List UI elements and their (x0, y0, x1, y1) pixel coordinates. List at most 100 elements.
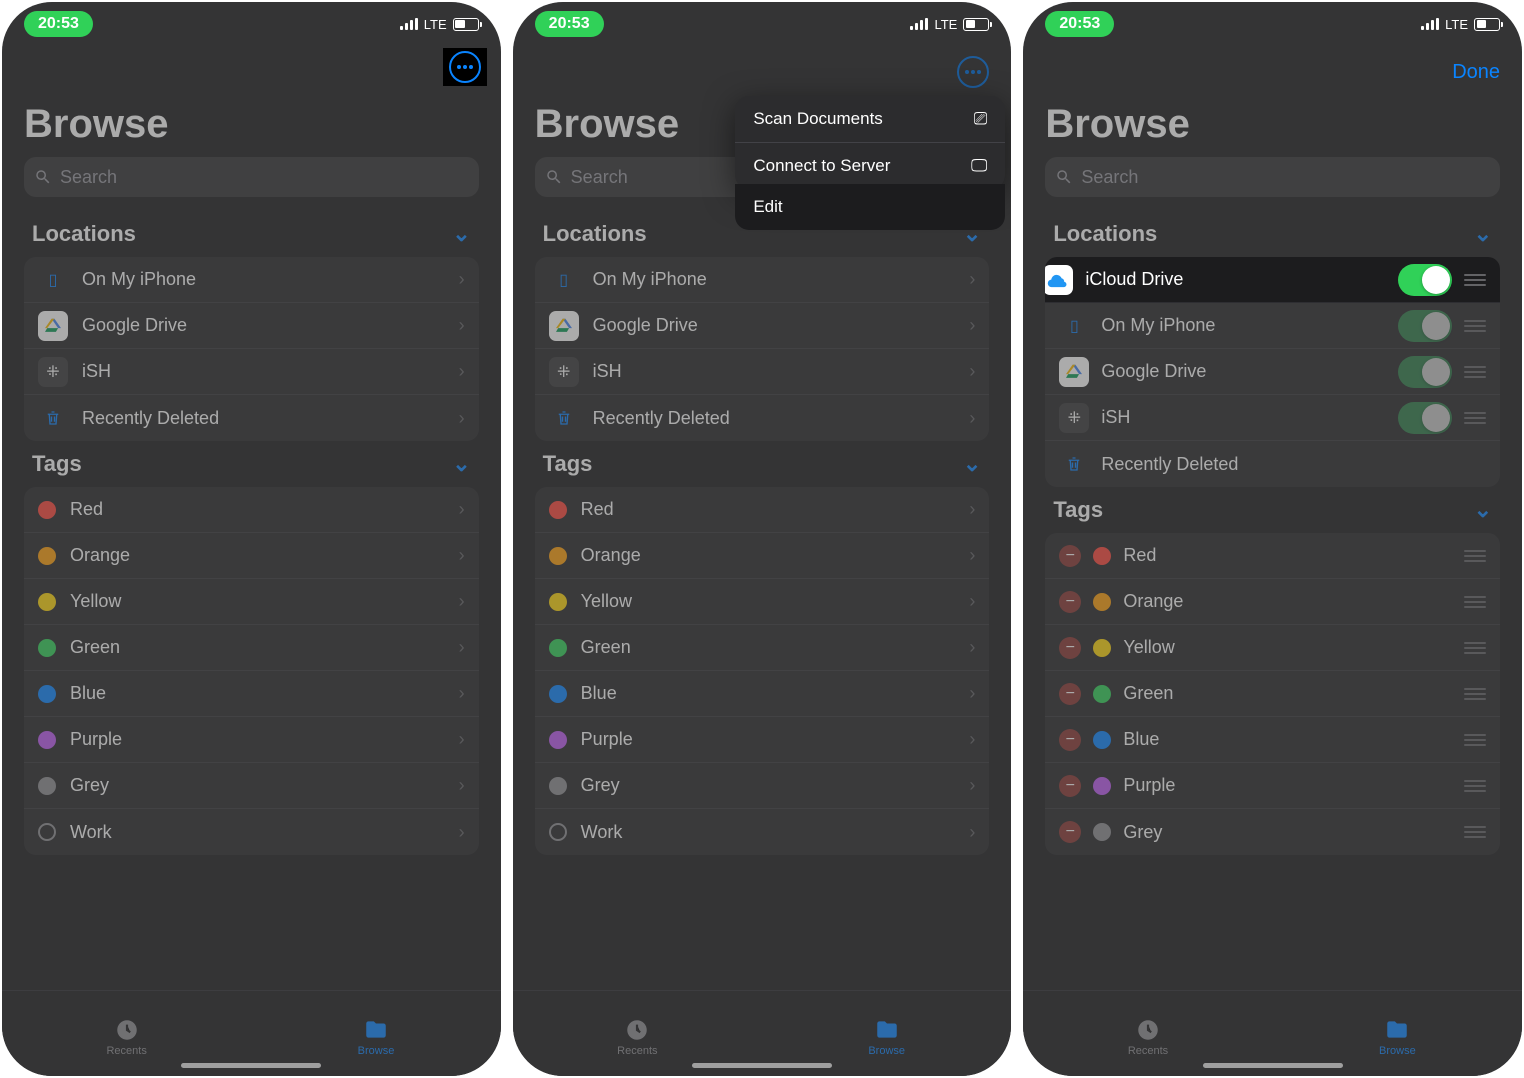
remove-button[interactable]: − (1059, 591, 1081, 613)
tag-grey[interactable]: Grey› (535, 763, 990, 809)
drag-handle-icon[interactable] (1464, 366, 1486, 378)
drag-handle-icon[interactable] (1464, 780, 1486, 792)
more-button[interactable] (449, 51, 481, 83)
trash-icon (1059, 449, 1089, 479)
edit-location-ish[interactable]: ⁜iSH (1045, 395, 1500, 441)
menu-edit[interactable]: Edit (735, 184, 1005, 230)
drag-handle-icon[interactable] (1464, 412, 1486, 424)
location-ish[interactable]: ⁜iSH› (24, 349, 479, 395)
menu-connect-server[interactable]: Connect to Server🖵 (735, 143, 1005, 189)
location-google-drive[interactable]: Google Drive› (24, 303, 479, 349)
location-on-my-iphone[interactable]: ▯On My iPhone› (535, 257, 990, 303)
drag-handle-icon[interactable] (1464, 826, 1486, 838)
tags-header[interactable]: Tags ⌄ (2, 441, 501, 487)
edit-location-on-my-iphone[interactable]: ▯On My iPhone (1045, 303, 1500, 349)
location-on-my-iphone[interactable]: ▯On My iPhone› (24, 257, 479, 303)
drag-handle-icon[interactable] (1464, 550, 1486, 562)
edit-tag-green[interactable]: −Green (1045, 671, 1500, 717)
tag-color-icon (549, 639, 567, 657)
menu-scan-documents[interactable]: Scan Documents⎚ (735, 96, 1005, 143)
icloud-icon (1045, 265, 1073, 295)
home-indicator[interactable] (692, 1063, 832, 1068)
edit-tag-grey[interactable]: −Grey (1045, 809, 1500, 855)
more-button[interactable] (957, 56, 989, 88)
tag-orange[interactable]: Orange› (24, 533, 479, 579)
search-icon (545, 168, 563, 186)
drag-handle-icon[interactable] (1464, 688, 1486, 700)
edit-tag-blue[interactable]: − Blue (1045, 717, 1500, 763)
tag-label: Blue (1123, 729, 1452, 750)
tag-red[interactable]: Red› (24, 487, 479, 533)
edit-location-google-drive[interactable]: Google Drive (1045, 349, 1500, 395)
edit-location-recently-deleted[interactable]: Recently Deleted (1045, 441, 1500, 487)
tag-work[interactable]: Work› (24, 809, 479, 855)
drag-handle-icon[interactable] (1464, 320, 1486, 332)
tag-orange[interactable]: Orange› (535, 533, 990, 579)
drag-handle-icon[interactable] (1464, 596, 1486, 608)
tag-color-icon (549, 823, 567, 841)
chevron-right-icon: › (459, 637, 465, 658)
trash-icon (549, 403, 579, 433)
search-input[interactable]: Search (24, 157, 479, 197)
tags-header[interactable]: Tags⌄ (1023, 487, 1522, 533)
tag-green[interactable]: Green› (535, 625, 990, 671)
location-recently-deleted[interactable]: Recently Deleted› (535, 395, 990, 441)
tag-grey[interactable]: Grey› (24, 763, 479, 809)
remove-button[interactable]: − (1059, 729, 1081, 751)
tag-purple[interactable]: Purple› (535, 717, 990, 763)
tag-purple[interactable]: Purple› (24, 717, 479, 763)
phone-screen-3: 20:53 LTE Done Browse Search Locations⌄ … (1023, 2, 1522, 1076)
chevron-right-icon: › (969, 822, 975, 843)
icloud-toggle[interactable] (1398, 264, 1452, 296)
search-placeholder: Search (60, 167, 117, 188)
remove-button[interactable]: − (1059, 821, 1081, 843)
done-button[interactable]: Done (1452, 61, 1500, 84)
remove-button[interactable]: − (1059, 775, 1081, 797)
locations-header[interactable]: Locations ⌄ (2, 211, 501, 257)
remove-button[interactable]: − (1059, 545, 1081, 567)
tag-color-icon (549, 685, 567, 703)
edit-tag-yellow[interactable]: −Yellow (1045, 625, 1500, 671)
toggle[interactable] (1398, 356, 1452, 388)
tag-color-icon (38, 823, 56, 841)
phone-icon: ▯ (549, 265, 579, 295)
edit-tag-orange[interactable]: −Orange (1045, 579, 1500, 625)
ish-icon: ⁜ (549, 357, 579, 387)
tag-color-icon (1093, 823, 1111, 841)
toggle[interactable] (1398, 310, 1452, 342)
drag-handle-icon[interactable] (1464, 642, 1486, 654)
location-ish[interactable]: ⁜iSH› (535, 349, 990, 395)
tag-label: Yellow (70, 591, 445, 612)
edit-tag-red[interactable]: −Red (1045, 533, 1500, 579)
toggle[interactable] (1398, 402, 1452, 434)
tag-label: Red (70, 499, 445, 520)
chevron-right-icon: › (969, 591, 975, 612)
tag-green[interactable]: Green› (24, 625, 479, 671)
chevron-right-icon: › (459, 822, 465, 843)
chevron-right-icon: › (459, 361, 465, 382)
chevron-down-icon: ⌄ (1474, 221, 1492, 247)
tag-label: Purple (1123, 775, 1452, 796)
remove-button[interactable]: − (1059, 683, 1081, 705)
remove-button[interactable]: − (1059, 637, 1081, 659)
tag-red[interactable]: Red› (535, 487, 990, 533)
edit-location-icloud[interactable]: iCloud Drive (1045, 257, 1500, 303)
home-indicator[interactable] (181, 1063, 321, 1068)
location-recently-deleted[interactable]: Recently Deleted› (24, 395, 479, 441)
location-google-drive[interactable]: Google Drive› (535, 303, 990, 349)
tag-yellow[interactable]: Yellow› (24, 579, 479, 625)
tag-work[interactable]: Work› (535, 809, 990, 855)
home-indicator[interactable] (1203, 1063, 1343, 1068)
search-input[interactable]: Search (1045, 157, 1500, 197)
phone-icon: ▯ (38, 265, 68, 295)
tags-header[interactable]: Tags⌄ (513, 441, 1012, 487)
tag-yellow[interactable]: Yellow› (535, 579, 990, 625)
tag-blue[interactable]: Blue› (24, 671, 479, 717)
tag-color-icon (1093, 731, 1111, 749)
edit-tag-purple[interactable]: − Purple (1045, 763, 1500, 809)
tag-color-icon (549, 547, 567, 565)
locations-header[interactable]: Locations⌄ (1023, 211, 1522, 257)
drag-handle-icon[interactable] (1464, 734, 1486, 746)
tag-blue[interactable]: Blue› (535, 671, 990, 717)
drag-handle-icon[interactable] (1464, 274, 1486, 286)
